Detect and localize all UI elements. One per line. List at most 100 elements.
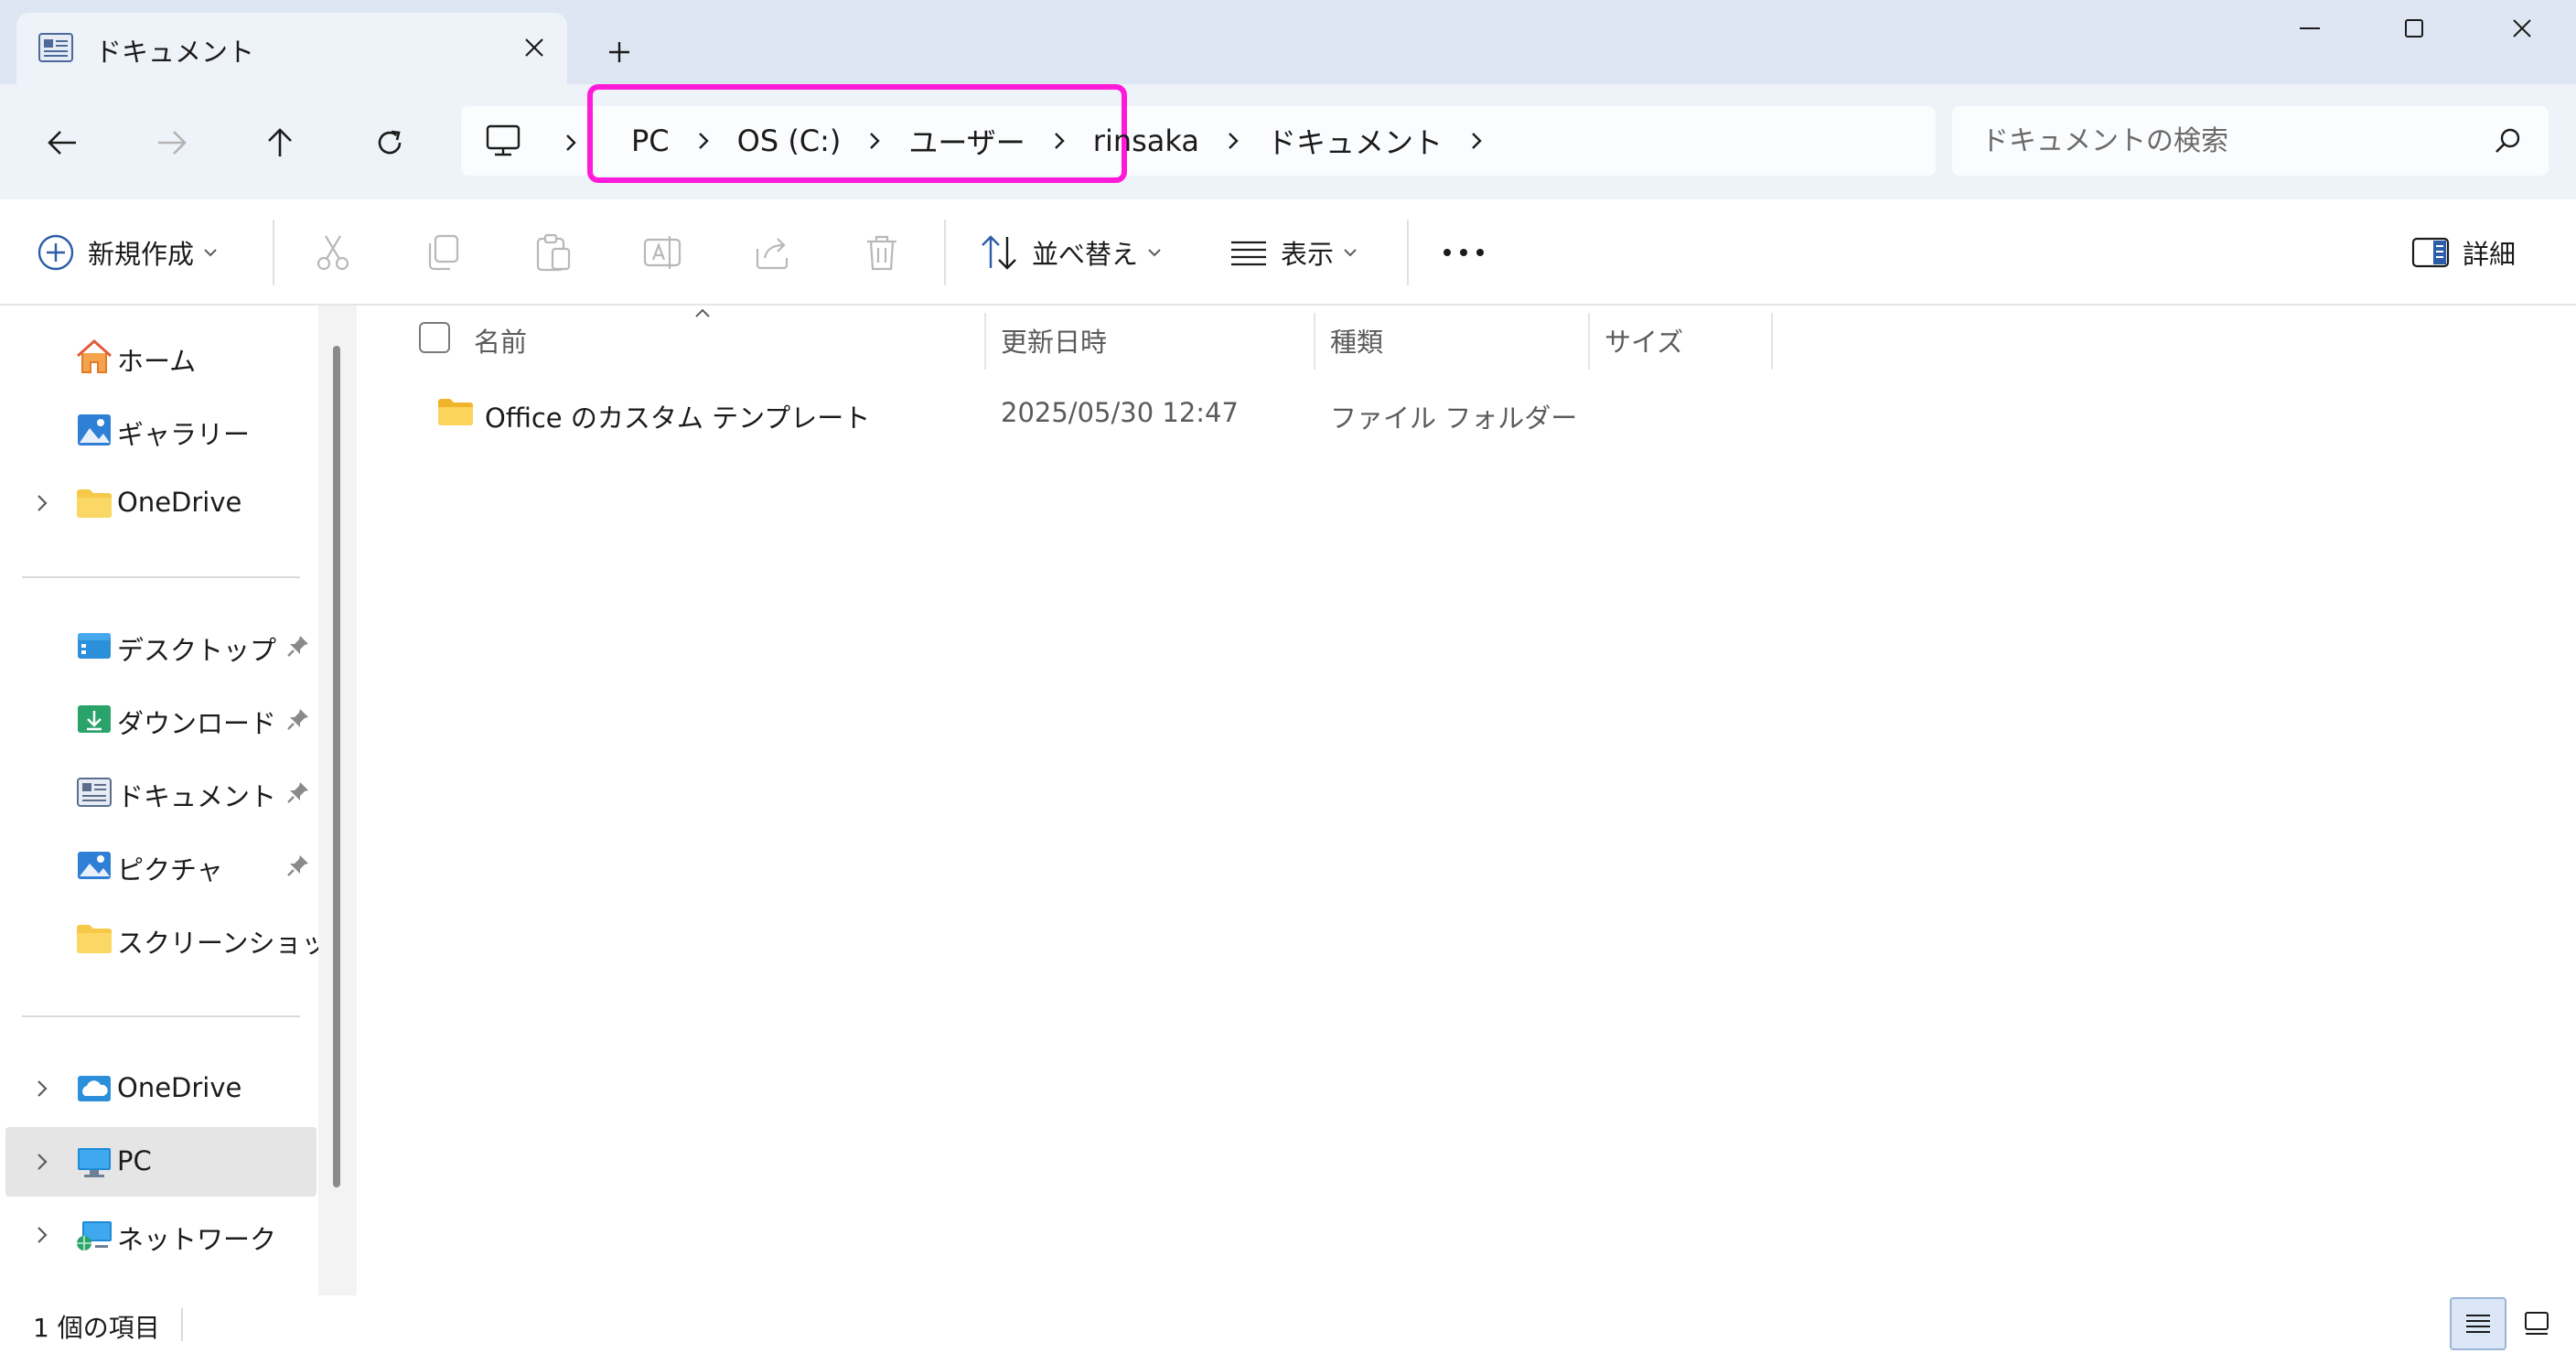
chevron-right-icon [1229, 133, 1239, 149]
close-icon [525, 38, 543, 57]
breadcrumb-item-documents[interactable]: ドキュメント [1261, 120, 1448, 162]
trash-icon [867, 235, 896, 271]
breadcrumb-item-users[interactable]: ユーザー [903, 120, 1030, 162]
breadcrumb-separator[interactable] [1448, 128, 1505, 154]
refresh-icon [378, 130, 402, 155]
sidebar-item-downloads[interactable]: ダウンロード [5, 684, 317, 754]
file-name: Office のカスタム テンプレート [485, 403, 871, 434]
sidebar-item-screenshots[interactable]: スクリーンショット [5, 904, 355, 973]
chevron-down-icon [1148, 249, 1161, 257]
folder-icon [438, 399, 473, 425]
more-icon [1444, 249, 1484, 256]
minimize-button[interactable] [2256, 0, 2364, 57]
maximize-icon [2405, 19, 2423, 38]
sidebar-divider [22, 1015, 300, 1017]
column-header-size[interactable]: サイズ [1605, 306, 1683, 375]
breadcrumb-separator[interactable] [846, 128, 903, 154]
close-window-button[interactable] [2468, 0, 2576, 57]
address-bar[interactable]: PC OS (C:) ユーザー rinsaka ドキュメント [461, 84, 1936, 183]
sidebar-item-pictures[interactable]: ピクチャ [5, 831, 317, 900]
list-view-icon [1231, 241, 1266, 266]
column-header-label: 名前 [474, 327, 528, 358]
pin-icon[interactable] [285, 779, 311, 805]
details-pane-icon [2411, 237, 2450, 268]
chevron-right-icon [698, 133, 709, 149]
chevron-right-icon[interactable] [31, 492, 53, 514]
column-resize-handle[interactable] [1771, 313, 1773, 370]
sidebar-item-desktop[interactable]: デスクトップ [5, 611, 317, 681]
chevron-right-icon [870, 133, 881, 149]
share-button[interactable] [752, 225, 792, 280]
breadcrumb-item-pc[interactable]: PC [626, 123, 675, 158]
view-button[interactable]: 表示 [1229, 225, 1358, 280]
breadcrumb-separator[interactable] [1205, 128, 1261, 154]
new-tab-button[interactable] [596, 31, 642, 73]
sidebar-item-home[interactable]: ホーム [5, 322, 317, 392]
download-icon [78, 705, 111, 733]
table-row[interactable]: Office のカスタム テンプレート 2025/05/30 12:47 ファイ… [359, 377, 1773, 450]
chevron-down-icon [1344, 249, 1357, 257]
chevron-right-icon[interactable] [564, 130, 578, 156]
tiles-view-button[interactable] [2508, 1297, 2565, 1350]
clipboard-icon [536, 233, 571, 272]
maximize-button[interactable] [2360, 0, 2468, 57]
forward-button[interactable] [139, 110, 205, 176]
select-all-checkbox[interactable] [419, 322, 450, 353]
pc-icon [78, 1148, 111, 1177]
home-icon [77, 338, 112, 373]
sidebar-scrollbar-thumb[interactable] [333, 346, 340, 1187]
breadcrumb-item-os-c[interactable]: OS (C:) [732, 123, 847, 158]
arrow-right-icon [158, 131, 187, 155]
details-pane-button[interactable]: 詳細 [2411, 225, 2516, 280]
column-header-name[interactable]: 名前 [474, 306, 527, 375]
title-bar: ドキュメント [0, 0, 2576, 84]
delete-button[interactable] [862, 225, 902, 280]
navigation-pane: ホーム ギャラリー OneDrive デスクトップ ダウンロード ドキュメント … [0, 306, 357, 1295]
chevron-right-icon[interactable] [31, 1078, 53, 1100]
column-header-label: サイズ [1605, 327, 1684, 358]
tab-documents[interactable]: ドキュメント [16, 13, 567, 84]
pin-icon[interactable] [285, 706, 311, 732]
rename-button[interactable] [642, 225, 682, 280]
paste-button[interactable] [532, 225, 573, 280]
column-header-type[interactable]: 種類 [1330, 306, 1383, 375]
column-resize-handle[interactable] [984, 313, 986, 370]
sort-button[interactable]: 並べ替え [979, 225, 1162, 280]
pin-icon[interactable] [285, 633, 311, 659]
sidebar-item-label: ギャラリー [117, 419, 251, 450]
tab-close-button[interactable] [509, 29, 560, 66]
column-resize-handle[interactable] [1588, 313, 1590, 370]
sidebar-item-onedrive[interactable]: OneDrive [5, 1054, 317, 1123]
breadcrumb-separator[interactable] [1031, 128, 1088, 154]
sidebar-item-gallery[interactable]: ギャラリー [5, 395, 317, 465]
sidebar-item-pc[interactable]: PC [5, 1127, 317, 1197]
up-button[interactable] [247, 110, 313, 176]
more-options-button[interactable] [1442, 225, 1486, 280]
refresh-button[interactable] [357, 110, 423, 176]
sidebar-item-label: ピクチャ [117, 854, 223, 886]
cloud-icon [78, 1076, 111, 1101]
column-header-label: 種類 [1330, 327, 1384, 358]
sidebar-item-onedrive-personal[interactable]: OneDrive [5, 468, 317, 538]
sidebar-item-network[interactable]: ネットワーク [5, 1200, 317, 1270]
sidebar-item-documents[interactable]: ドキュメント [5, 757, 317, 827]
column-header-date[interactable]: 更新日時 [1001, 306, 1107, 375]
gallery-icon [78, 414, 111, 446]
copy-button[interactable] [423, 225, 463, 280]
search-box[interactable] [1952, 106, 2549, 176]
file-list: 名前 更新日時 種類 サイズ Office のカスタム テンプレート 2025/… [359, 306, 2576, 1295]
search-input[interactable] [1981, 119, 2494, 163]
search-icon[interactable] [2492, 124, 2525, 157]
desktop-icon [78, 633, 111, 659]
chevron-right-icon[interactable] [31, 1151, 53, 1173]
details-view-button[interactable] [2450, 1297, 2506, 1350]
pin-icon[interactable] [285, 853, 311, 878]
breadcrumb-separator[interactable] [675, 128, 732, 154]
chevron-right-icon[interactable] [31, 1224, 53, 1246]
cut-button[interactable] [313, 225, 353, 280]
new-button[interactable]: 新規作成 [37, 225, 218, 280]
column-resize-handle[interactable] [1314, 313, 1315, 370]
breadcrumb: PC OS (C:) ユーザー rinsaka ドキュメント [626, 117, 1505, 165]
back-button[interactable] [29, 110, 95, 176]
breadcrumb-item-rinsaka[interactable]: rinsaka [1088, 123, 1205, 158]
